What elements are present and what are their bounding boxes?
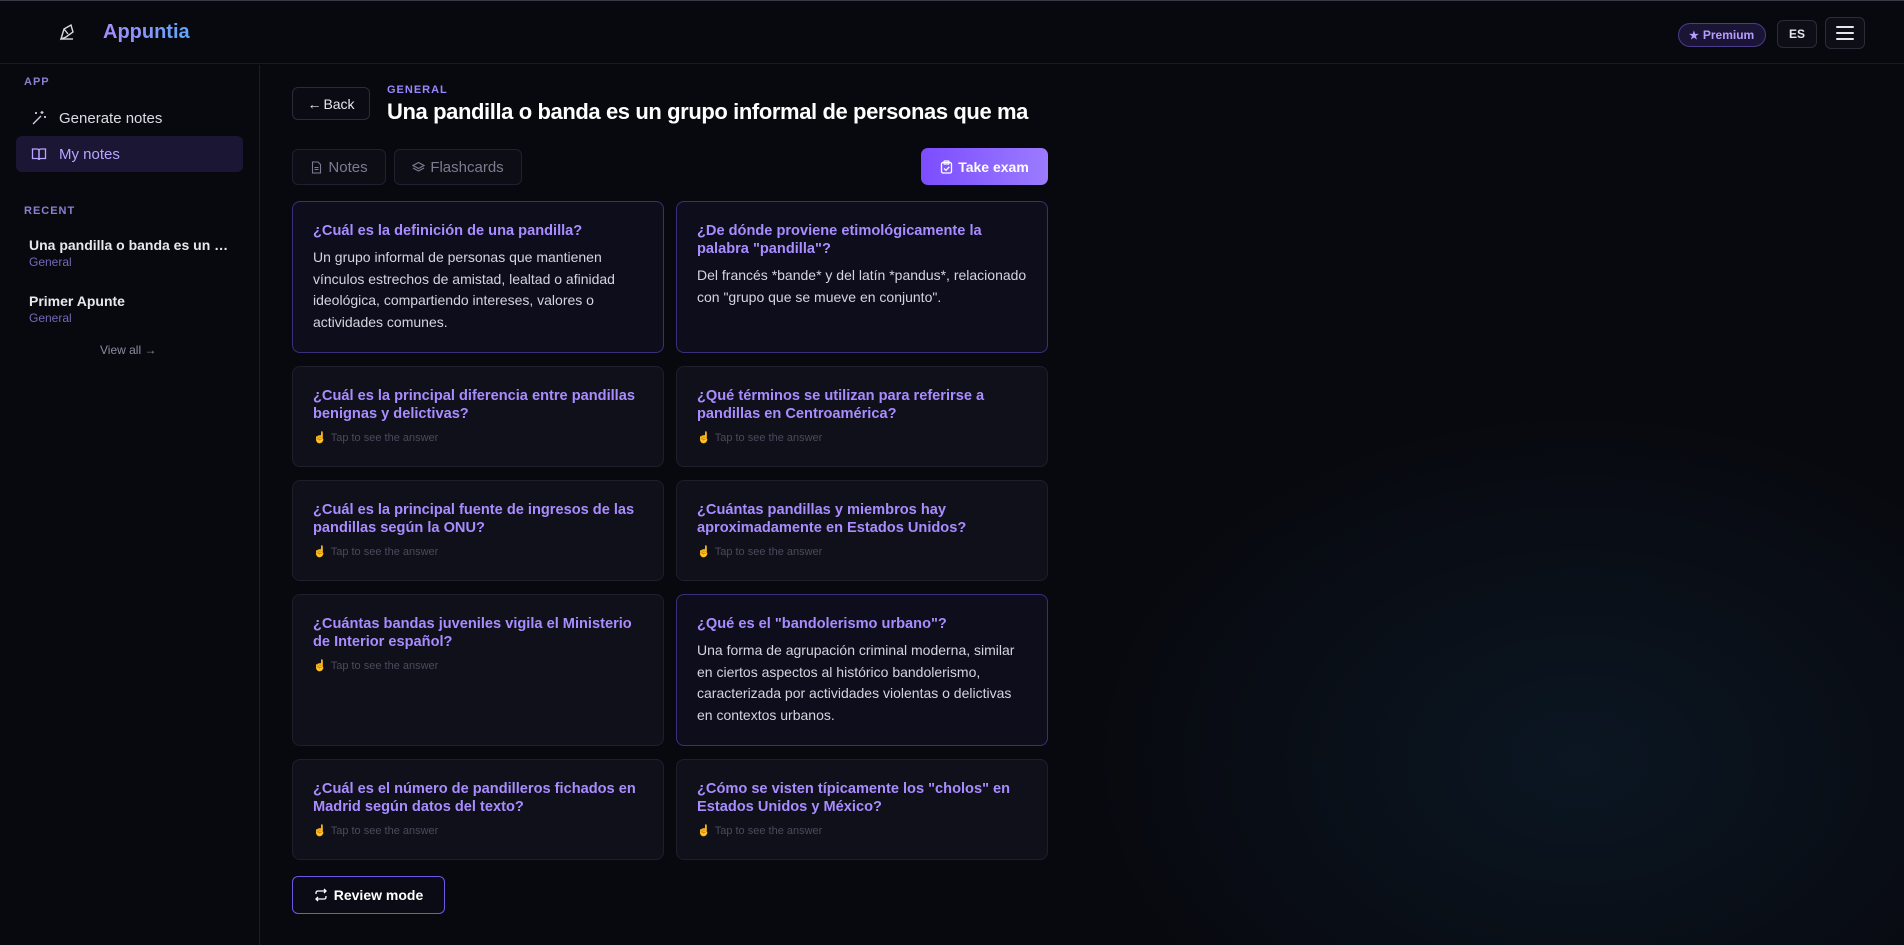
flashcard[interactable]: ¿De dónde proviene etimológicamente la p…	[676, 201, 1048, 353]
arrow-left-icon: ←	[307, 95, 322, 112]
recent-note-category: General	[29, 255, 72, 269]
pointing-hand-icon: ☝	[697, 825, 711, 837]
open-book-icon	[31, 148, 47, 161]
layers-icon	[412, 161, 426, 172]
tap-hint-text: Tap to see the answer	[714, 545, 823, 558]
tap-hint: ☝ Tap to see the answer	[313, 545, 644, 559]
flashcard-question: ¿Qué términos se utilizan para referirse…	[697, 388, 985, 422]
recent-note-item[interactable]: Primer Apunte General	[29, 293, 234, 325]
app-name[interactable]: Appuntia	[103, 21, 190, 44]
language-switcher[interactable]: ES	[1777, 20, 1817, 48]
premium-label: Premium	[1702, 28, 1755, 42]
flashcard[interactable]: ¿Qué términos se utilizan para referirse…	[676, 366, 1048, 467]
tap-hint: ☝ Tap to see the answer	[697, 431, 1028, 445]
flashcard-question: ¿Cuál es la definición de una pandilla?	[313, 223, 583, 239]
back-label: Back	[323, 95, 355, 112]
view-all-link[interactable]: View all →	[100, 343, 156, 357]
menu-button[interactable]	[1825, 17, 1865, 49]
tap-hint: ☝ Tap to see the answer	[313, 659, 644, 673]
sidebar-item-label: Generate notes	[59, 109, 163, 127]
tab-flashcards[interactable]: Flashcards	[394, 149, 522, 185]
sidebar-item-label: My notes	[59, 145, 120, 163]
sidebar-section-recent: RECENT	[24, 205, 76, 217]
feather-pen-icon[interactable]	[58, 23, 76, 41]
tab-label: Notes	[328, 158, 368, 176]
sidebar-section-app: APP	[24, 76, 50, 88]
review-mode-button[interactable]: Review mode	[292, 876, 445, 914]
flashcard-question: ¿Cuál es la principal diferencia entre p…	[313, 388, 635, 422]
flashcard-question: ¿Cuál es el número de pandilleros fichad…	[313, 781, 636, 815]
page-title: Una pandilla o banda es un grupo informa…	[387, 99, 1028, 124]
pointing-hand-icon: ☝	[697, 546, 711, 558]
flashcard-answer: Del francés *bande* y del latín *pandus*…	[697, 267, 1027, 305]
flashcard-question: ¿Cuántas bandas juveniles vigila el Mini…	[313, 616, 632, 650]
tap-hint-text: Tap to see the answer	[330, 824, 439, 837]
sidebar-item-my-notes[interactable]: My notes	[16, 136, 243, 172]
flashcard-answer: Una forma de agrupación criminal moderna…	[697, 642, 1015, 723]
premium-badge[interactable]: ★ Premium	[1678, 23, 1767, 47]
flashcard-answer: Un grupo informal de personas que mantie…	[313, 249, 615, 330]
recent-note-item[interactable]: Una pandilla o banda es un grupo informa…	[29, 237, 234, 269]
flashcard[interactable]: ¿Cuántas pandillas y miembros hay aproxi…	[676, 480, 1048, 581]
tap-hint: ☝ Tap to see the answer	[697, 545, 1028, 559]
pointing-hand-icon: ☝	[313, 660, 327, 672]
flashcard-question: ¿Cuántas pandillas y miembros hay aproxi…	[697, 502, 967, 536]
back-button[interactable]: ← Back	[292, 87, 370, 120]
repeat-icon	[314, 888, 327, 902]
take-exam-button[interactable]: Take exam	[921, 148, 1048, 185]
pointing-hand-icon: ☝	[313, 825, 327, 837]
flashcard-question: ¿Cómo se visten típicamente los "cholos"…	[697, 781, 1011, 815]
sidebar-item-generate-notes[interactable]: Generate notes	[16, 100, 243, 136]
flashcard[interactable]: ¿Qué es el "bandolerismo urbano"? Una fo…	[676, 594, 1048, 746]
flashcard[interactable]: ¿Cuál es la principal fuente de ingresos…	[292, 480, 664, 581]
star-icon: ★	[1689, 29, 1699, 42]
flashcard-question: ¿Qué es el "bandolerismo urbano"?	[697, 616, 947, 632]
top-bar: Appuntia ★ Premium ES	[0, 1, 1904, 64]
tap-hint: ☝ Tap to see the answer	[697, 824, 1028, 838]
sidebar: APP Generate notes My notes RECENT Una p…	[0, 65, 260, 945]
flashcard[interactable]: ¿Cuál es el número de pandilleros fichad…	[292, 759, 664, 860]
pointing-hand-icon: ☝	[313, 546, 327, 558]
pointing-hand-icon: ☝	[697, 432, 711, 444]
flashcard[interactable]: ¿Cómo se visten típicamente los "cholos"…	[676, 759, 1048, 860]
flashcard[interactable]: ¿Cuál es la definición de una pandilla? …	[292, 201, 664, 353]
recent-note-category: General	[29, 311, 72, 325]
flashcard[interactable]: ¿Cuál es la principal diferencia entre p…	[292, 366, 664, 467]
flashcard[interactable]: ¿Cuántas bandas juveniles vigila el Mini…	[292, 594, 664, 746]
sparkles-icon	[32, 111, 46, 125]
tap-hint-text: Tap to see the answer	[330, 659, 439, 672]
hamburger-menu-icon	[1836, 26, 1854, 28]
tab-label: Flashcards	[430, 158, 504, 176]
tap-hint-text: Tap to see the answer	[330, 545, 439, 558]
tab-notes[interactable]: Notes	[292, 149, 386, 185]
take-exam-label: Take exam	[958, 158, 1029, 175]
tap-hint-text: Tap to see the answer	[714, 824, 823, 837]
tap-hint-text: Tap to see the answer	[330, 431, 439, 444]
breadcrumb[interactable]: GENERAL	[387, 84, 448, 96]
tap-hint: ☝ Tap to see the answer	[313, 824, 644, 838]
pointing-hand-icon: ☝	[313, 432, 327, 444]
clipboard-check-icon	[941, 159, 953, 174]
tap-hint: ☝ Tap to see the answer	[313, 431, 644, 445]
document-icon	[312, 160, 322, 174]
tap-hint-text: Tap to see the answer	[714, 431, 823, 444]
flashcard-question: ¿De dónde proviene etimológicamente la p…	[697, 223, 982, 257]
recent-note-title: Una pandilla o banda es un grupo informa…	[29, 237, 234, 253]
flashcard-question: ¿Cuál es la principal fuente de ingresos…	[313, 502, 635, 536]
recent-note-title: Primer Apunte	[29, 293, 125, 309]
review-mode-label: Review mode	[333, 887, 424, 903]
